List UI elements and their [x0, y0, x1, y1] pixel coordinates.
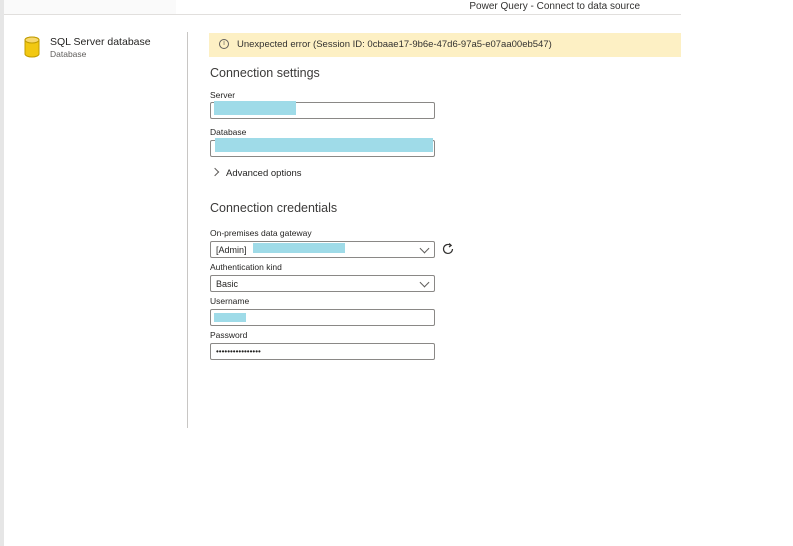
- advanced-options-label: Advanced options: [226, 168, 302, 179]
- redaction-mask: [215, 138, 433, 152]
- title-bar: Power Query - Connect to data source: [4, 0, 681, 15]
- database-icon: [24, 36, 40, 58]
- chevron-right-icon: [210, 167, 220, 177]
- auth-kind-label: Authentication kind: [210, 262, 282, 272]
- password-input[interactable]: ••••••••••••••••: [210, 343, 435, 360]
- connection-credentials-heading: Connection credentials: [210, 201, 338, 215]
- error-banner: i Unexpected error (Session ID: 0cbaae17…: [209, 33, 681, 57]
- window-title: Power Query - Connect to data source: [469, 1, 640, 12]
- connection-settings-heading: Connection settings: [210, 66, 320, 80]
- password-label: Password: [210, 330, 248, 340]
- panel-divider: [187, 32, 188, 428]
- chevron-down-icon: [419, 277, 430, 288]
- gateway-select[interactable]: [Admin]: [210, 241, 435, 258]
- refresh-icon[interactable]: [441, 242, 455, 256]
- redaction-mask: [214, 313, 246, 322]
- gateway-value: [Admin]: [216, 245, 247, 255]
- database-label: Database: [210, 127, 247, 137]
- auth-kind-value: Basic: [216, 279, 239, 289]
- auth-kind-select[interactable]: Basic: [210, 275, 435, 292]
- database-input[interactable]: [210, 138, 435, 157]
- window-left-edge: [0, 0, 4, 546]
- gateway-label: On-premises data gateway: [210, 228, 312, 238]
- advanced-options-toggle[interactable]: Advanced options: [210, 167, 302, 179]
- data-source-subtitle: Database: [50, 49, 87, 59]
- redaction-mask: [253, 243, 345, 253]
- error-message: Unexpected error (Session ID: 0cbaae17-9…: [237, 39, 552, 50]
- password-value: ••••••••••••••••: [216, 347, 261, 356]
- data-source-title: SQL Server database: [50, 36, 151, 48]
- server-label: Server: [210, 90, 236, 100]
- username-input[interactable]: [210, 309, 435, 326]
- chevron-down-icon: [419, 243, 430, 254]
- server-input[interactable]: [210, 101, 435, 119]
- info-icon: i: [219, 39, 229, 49]
- title-bar-tab-area: [4, 0, 176, 14]
- username-label: Username: [210, 296, 250, 306]
- redaction-mask: [214, 101, 296, 115]
